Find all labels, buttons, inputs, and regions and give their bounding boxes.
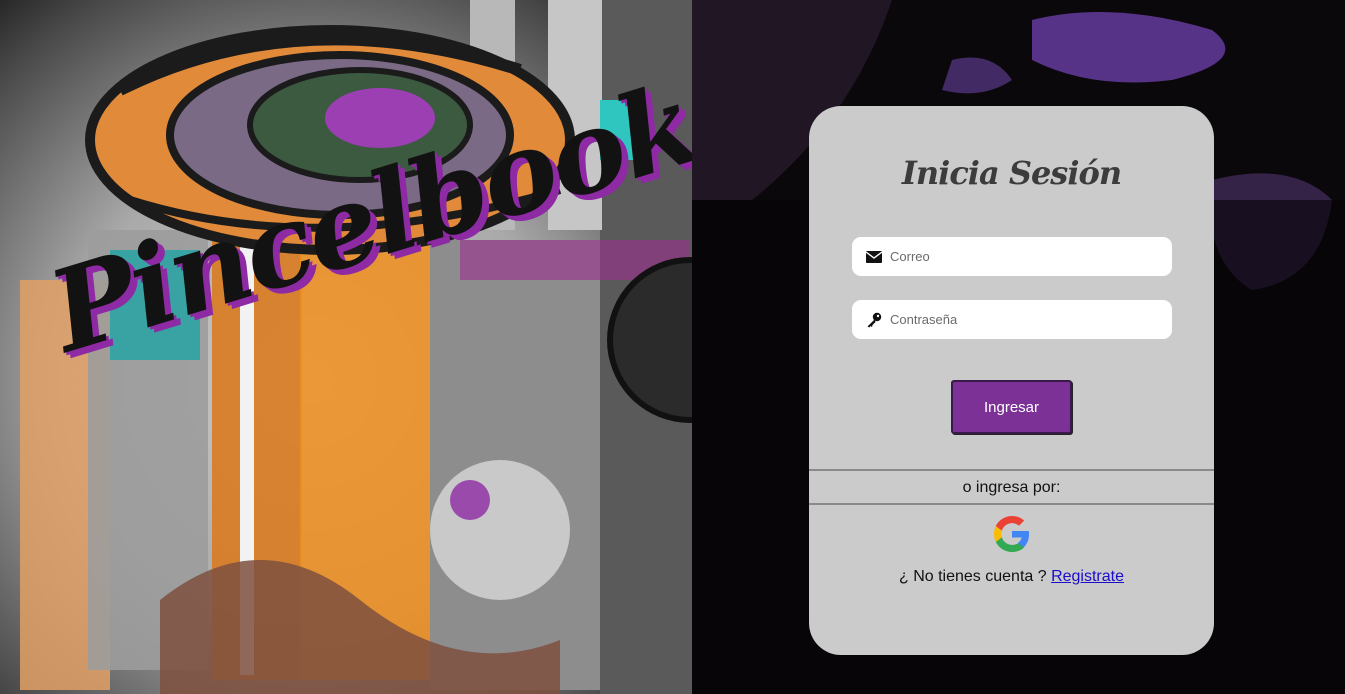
login-card: Inicia Sesión Ingresar o ingre — [809, 106, 1214, 655]
google-logo-icon[interactable] — [992, 514, 1032, 554]
no-account-text: ¿ No tienes cuenta ? — [898, 568, 1047, 585]
register-link[interactable]: Registrate — [1051, 568, 1124, 585]
email-field[interactable] — [852, 237, 1172, 276]
register-prompt: ¿ No tienes cuenta ? Registrate — [809, 568, 1214, 586]
password-input[interactable] — [888, 303, 1162, 336]
divider — [809, 469, 1214, 471]
hero-collage: Pincelbook — [0, 0, 692, 694]
login-page: Pincelbook Inicia Sesión Correo Ingresar… — [0, 0, 1345, 694]
envelope-icon — [864, 247, 884, 267]
login-title: Inicia Sesión — [901, 154, 1122, 192]
password-field[interactable] — [852, 300, 1172, 339]
key-icon — [864, 310, 884, 330]
email-input[interactable] — [888, 240, 1162, 273]
alt-login-label: o ingresa por: — [962, 479, 1061, 496]
divider — [809, 503, 1214, 505]
login-button[interactable]: Ingresar — [951, 380, 1072, 434]
